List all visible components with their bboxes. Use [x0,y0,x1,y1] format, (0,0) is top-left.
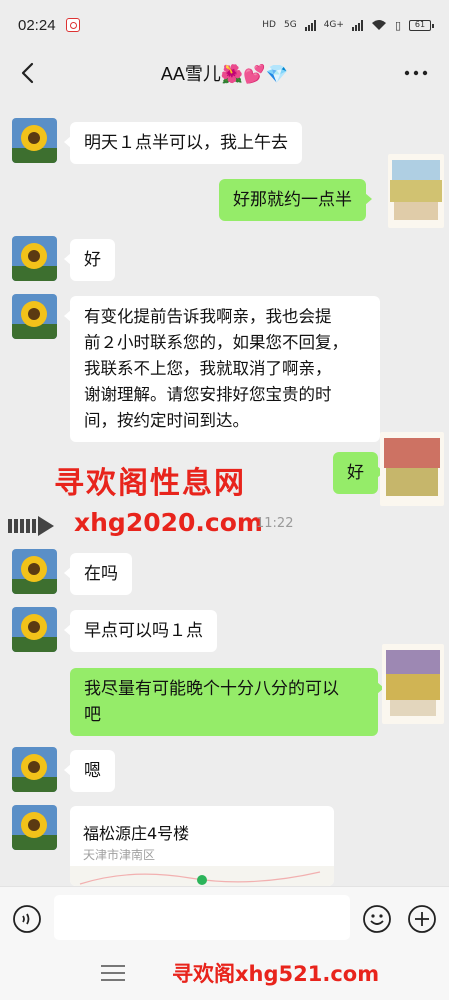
message-text: 在吗 [84,564,118,584]
chat-timestamp: 11:22 [256,516,294,531]
message-input[interactable] [54,895,350,940]
5g-network-label: 5G [283,20,297,30]
message-line: 谢谢理解。请您安排好您宝贵的时 [84,385,332,404]
message-line: 间，按约定时间到达。 [84,411,249,430]
emoji-icon[interactable] [362,904,392,934]
location-map-preview [70,866,334,886]
contact-avatar[interactable] [12,805,57,850]
voice-input-icon[interactable] [12,904,42,934]
status-time: 02:24 [18,16,56,34]
message-text: 嗯 [84,761,101,781]
location-address: 天津市津南区 [83,848,156,862]
vibrate-icon: ▯ [394,18,401,32]
signal-icon-2 [351,19,363,31]
4g-network-label: 4G+ [323,20,344,30]
my-avatar[interactable] [388,154,444,228]
message-text: 好 [84,250,101,270]
contact-avatar[interactable] [12,236,57,281]
input-bar [0,886,449,948]
my-avatar[interactable] [382,644,444,724]
contact-avatar[interactable] [12,747,57,792]
message-bubble[interactable]: 早点可以吗１点 [64,610,217,652]
message-line: 有变化提前告诉我啊亲，我也会提 [84,307,332,326]
message-bubble[interactable]: 好那就约一点半 [219,179,372,221]
location-card[interactable]: 福松源庄4号楼 天津市津南区 [70,806,334,886]
signal-icon [304,19,316,31]
wifi-icon [371,20,386,30]
message-bubble[interactable]: 我尽量有可能晚个十分八分的可以 吧 [70,668,384,736]
contact-avatar[interactable] [12,607,57,652]
message-bubble[interactable]: 好 [64,239,115,281]
contact-avatar[interactable] [12,118,57,163]
status-icons: HD 5G 4G+ ▯ 61 [262,18,434,32]
notification-icon [65,18,80,32]
system-navigation-bar: 寻欢阁xhg521.com [0,948,449,1000]
message-text: 好那就约一点半 [233,190,352,210]
chat-title: AA雪儿🌺💕💎 [160,64,289,84]
message-line: 吧 [84,705,101,725]
message-bubble[interactable]: 有变化提前告诉我啊亲，我也会提 前２小时联系您的，如果您不回复， 我联系不上您，… [64,296,380,442]
message-bubble[interactable]: 嗯 [64,750,115,792]
contact-avatar[interactable] [12,294,57,339]
more-options-icon[interactable] [401,60,431,86]
watermark-url: xhg2020.com [74,508,263,537]
plus-icon[interactable] [407,904,437,934]
battery-icon: 61 [409,19,434,31]
back-arrow-icon[interactable] [14,58,44,88]
message-line: 我尽量有可能晚个十分八分的可以 [84,679,339,699]
watermark-title: 寻欢阁性息网 [54,466,246,501]
message-bubble[interactable]: 好 [333,452,384,494]
message-text: 明天１点半可以，我上午去 [84,133,288,153]
chat-area[interactable]: 明天１点半可以，我上午去 好那就约一点半 好 有变化提前告诉我啊亲，我也会提 前… [0,96,449,886]
contact-avatar[interactable] [12,549,57,594]
status-bar: 02:24 HD 5G 4G+ ▯ 61 [0,0,449,50]
chat-header: AA雪儿🌺💕💎 [0,50,449,96]
message-line: 我联系不上您，我就取消了啊亲， [84,359,332,378]
message-text: 早点可以吗１点 [84,621,203,641]
hd-network-label: HD [262,20,276,30]
message-bubble[interactable]: 在吗 [64,553,132,595]
watermark-bottom: 寻欢阁xhg521.com [172,962,380,986]
message-bubble[interactable]: 明天１点半可以，我上午去 [64,122,302,164]
my-avatar[interactable] [380,432,444,506]
message-text: 好 [347,463,364,483]
menu-icon[interactable] [101,965,125,983]
watermark-arrow-icon [8,516,54,536]
message-line: 前２小时联系您的，如果您不回复， [84,333,348,352]
location-name: 福松源庄4号楼 [83,824,190,843]
